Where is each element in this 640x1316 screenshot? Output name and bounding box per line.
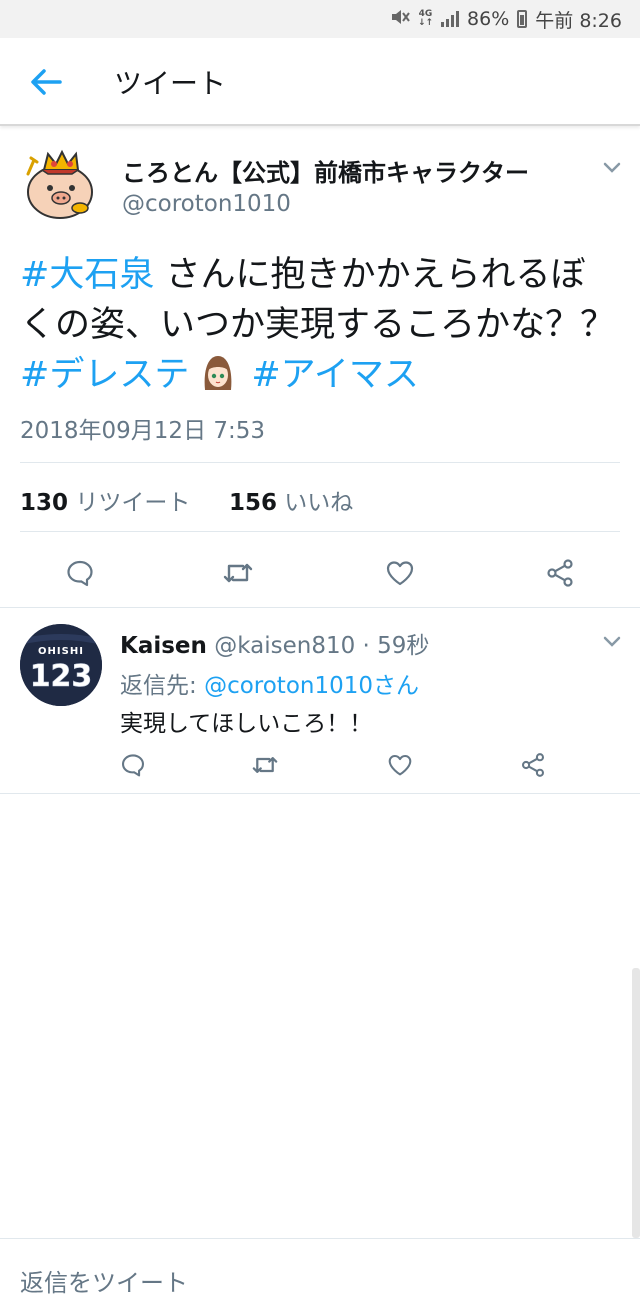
girl-face-emoji-icon (201, 354, 235, 392)
reply-button[interactable] (118, 750, 148, 780)
retweet-button[interactable] (250, 750, 280, 780)
clock: 午前 8:26 (535, 9, 622, 32)
retweet-button[interactable] (220, 556, 256, 590)
share-icon (521, 753, 545, 777)
author-handle[interactable]: @coroton1010 (122, 191, 291, 217)
hashtag-link[interactable]: #デレステ (20, 355, 189, 395)
tweet-text: #大石泉 さんに抱きかかえられるぼくの姿、いつか実現するころかな？？#デレステ #… (20, 250, 620, 400)
reply-time: 59秒 (377, 633, 430, 659)
pig-mascot-icon (26, 149, 93, 219)
app-header: ツイート (0, 38, 640, 126)
signal-icon (441, 11, 460, 27)
chevron-down-icon (603, 162, 621, 173)
avatar-text-top: OHISHI (38, 646, 84, 657)
battery-percent: 86% (467, 8, 510, 30)
hashtag-link[interactable]: #アイマス (251, 355, 419, 395)
back-button[interactable] (18, 60, 74, 104)
hashtag-link[interactable]: #大石泉 (20, 255, 154, 295)
reply-author-handle[interactable]: @kaisen810 (214, 633, 355, 659)
separator (0, 607, 640, 608)
network-4g-icon: 4G ↓↑ (417, 9, 434, 28)
like-icon (386, 561, 414, 586)
reply-to-label: 返信先: (120, 673, 205, 699)
reply-text: 実現してほしいころ！！ (120, 711, 373, 737)
status-bar: 4G ↓↑ 86% 午前 8:26 (0, 0, 640, 38)
separator (0, 793, 640, 794)
share-button[interactable] (518, 750, 548, 780)
retweet-icon (223, 563, 253, 583)
avatar[interactable]: OHISHI 123 (20, 624, 102, 706)
reply-to-line: 返信先: @coroton1010さん (120, 666, 419, 700)
tweet-timestamp: 2018年09月12日 7:53 (20, 418, 266, 444)
mute-icon (390, 8, 410, 31)
like-count[interactable]: 156 (229, 490, 277, 516)
compose-bar: 返信をツイート (0, 1238, 640, 1316)
battery-icon (517, 10, 528, 28)
reply-button[interactable] (62, 556, 98, 590)
dot-separator: · (355, 633, 378, 659)
tweet-menu-button[interactable] (600, 158, 624, 178)
divider (20, 531, 620, 532)
author-name[interactable]: ころとん【公式】前橋市キャラクター (122, 153, 529, 188)
jersey-avatar-icon: OHISHI 123 (20, 624, 102, 706)
reply-icon (67, 560, 93, 587)
mention-link[interactable]: @coroton1010さん (204, 673, 419, 699)
like-button[interactable] (382, 556, 418, 590)
like-label[interactable]: いいね (284, 490, 353, 516)
avatar[interactable] (20, 144, 100, 224)
divider (20, 462, 620, 463)
scrollbar[interactable] (632, 968, 640, 1238)
share-icon (547, 559, 573, 587)
retweet-count[interactable]: 130 (20, 490, 68, 516)
chevron-down-icon (603, 636, 621, 647)
tweet-actions (0, 548, 640, 598)
reply-header: Kaisen @kaisen810 · 59秒 (120, 626, 429, 660)
retweet-label[interactable]: リツイート (75, 490, 190, 516)
share-button[interactable] (542, 556, 578, 590)
reply-menu-button[interactable] (600, 632, 624, 652)
reply-author-name[interactable]: Kaisen (120, 633, 207, 659)
reply-compose-input[interactable]: 返信をツイート (20, 1263, 188, 1298)
avatar-number: 123 (30, 659, 93, 694)
reply-actions (0, 746, 640, 786)
like-icon (388, 754, 412, 776)
like-button[interactable] (385, 750, 415, 780)
page-title: ツイート (114, 67, 227, 100)
tweet-stats: 130 リツイート 156 いいね (20, 483, 353, 517)
retweet-icon (252, 757, 278, 773)
back-arrow-icon (31, 69, 62, 95)
reply-icon (121, 754, 145, 777)
